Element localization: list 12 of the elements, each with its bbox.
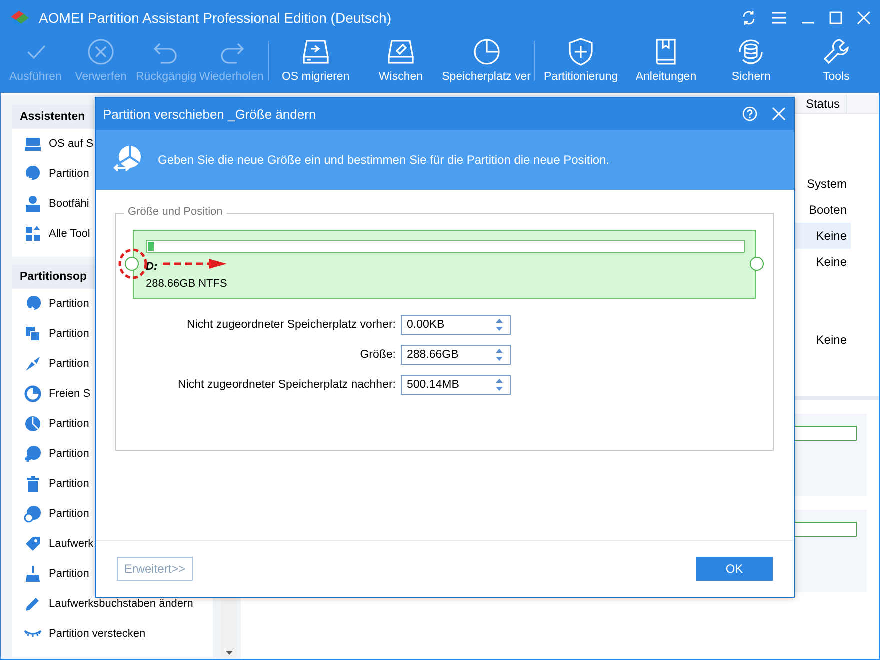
field-label: Nicht zugeordneter Speicherplatz vorher: <box>186 319 396 331</box>
table-cell: System <box>806 177 847 191</box>
group-title: Größe und Position <box>124 206 227 218</box>
table-cell: Keine <box>816 229 847 243</box>
table-cell: Keine <box>816 255 847 269</box>
table-cell: Booten <box>808 203 847 217</box>
window-title: AOMEI Partition Assistant Professional Edition (Deutsch) <box>39 10 392 26</box>
field-label: Nicht zugeordneter Speicherplatz nachher: <box>177 379 396 391</box>
column-header: Status <box>800 95 847 113</box>
field-label: Größe: <box>359 349 396 361</box>
instruction-text: Geben Sie die neue Größe ein und bestimmen Sie für die Partition die neue Position. <box>158 153 610 167</box>
table-cell: Keine <box>816 333 847 347</box>
